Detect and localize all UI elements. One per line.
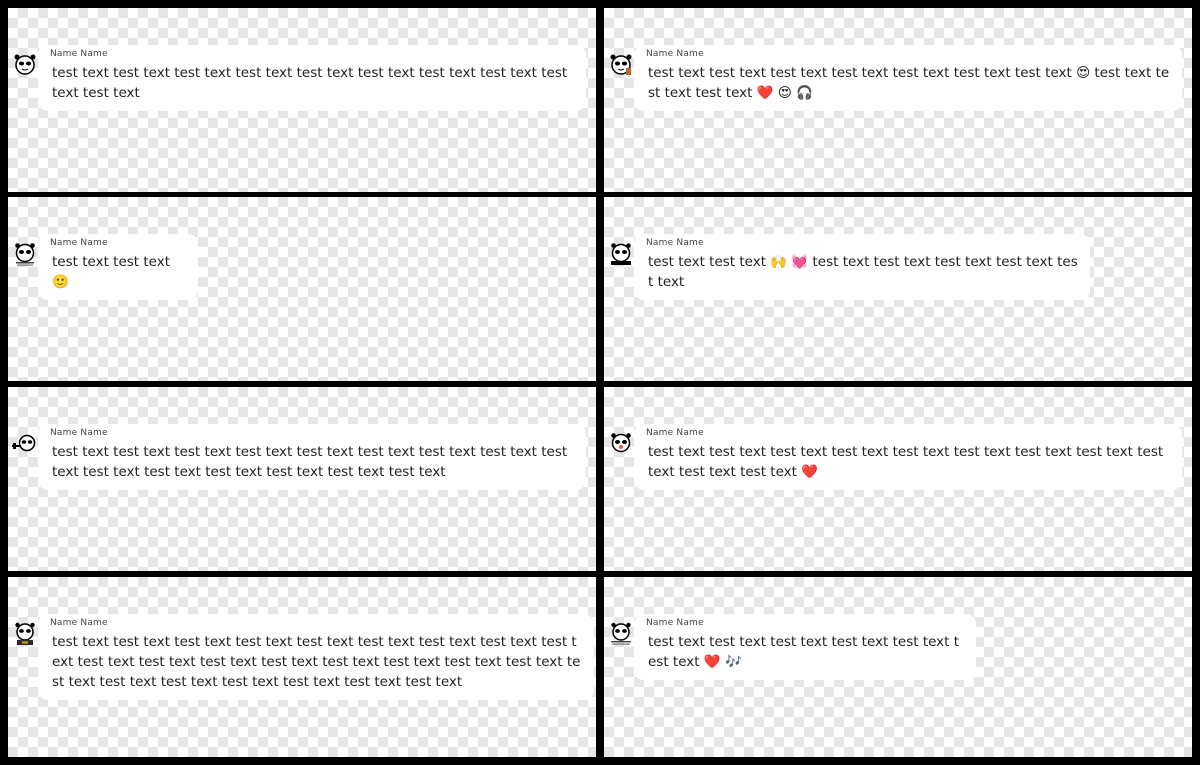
panda-avatar — [12, 434, 36, 452]
chat-cell-7: test text test text test text test text … — [8, 577, 596, 757]
panda-avatar — [14, 54, 36, 75]
message-text: test text test text test text test text … — [648, 65, 1170, 101]
panda-avatar — [15, 622, 35, 645]
message-text: test text test text test text test text … — [52, 634, 581, 690]
sender-name: Name Name — [50, 428, 108, 438]
message-text: test text test text test text test text … — [648, 634, 960, 670]
panda-avatar — [610, 54, 632, 75]
sender-name: Name Name — [50, 238, 108, 248]
message-bubble: test text test text test text test text … — [634, 424, 1182, 490]
message-bubble: test text test text test text test text … — [38, 45, 586, 111]
panda-avatar — [611, 243, 631, 265]
message-bubble: test text test text test text test text … — [38, 424, 586, 490]
sender-name: Name Name — [50, 49, 108, 59]
chat-cell-2: test text test text test text test text … — [604, 8, 1192, 192]
message-bubble: test text test text test text test text … — [38, 614, 594, 700]
message-bubble: test text test text test text test text … — [634, 45, 1182, 111]
message-text: test text test text test text test text … — [52, 65, 568, 101]
message-text: test text test text 🙌 💓 test text test t… — [648, 254, 1078, 290]
panda-avatar — [15, 243, 35, 266]
sender-name: Name Name — [50, 618, 108, 628]
message-text: test text test text test text test text … — [52, 444, 568, 480]
message-text: test text test text 🙂 — [52, 254, 171, 290]
chat-cell-8: test text test text test text test text … — [604, 577, 1192, 757]
chat-cell-4: test text test text 🙌 💓 test text test t… — [604, 197, 1192, 381]
sender-name: Name Name — [646, 428, 704, 438]
chat-cell-6: test text test text test text test text … — [604, 387, 1192, 571]
sender-name: Name Name — [646, 49, 704, 59]
sender-name: Name Name — [646, 618, 704, 628]
sender-name: Name Name — [646, 238, 704, 248]
message-text: test text test text test text test text … — [648, 444, 1164, 480]
panda-avatar — [611, 622, 631, 645]
chat-cell-1: test text test text test text test text … — [8, 8, 596, 192]
chat-cell-5: test text test text test text test text … — [8, 387, 596, 571]
chat-cell-3: test text test text 🙂 Name Name — [8, 197, 596, 381]
panda-avatar — [611, 433, 631, 453]
